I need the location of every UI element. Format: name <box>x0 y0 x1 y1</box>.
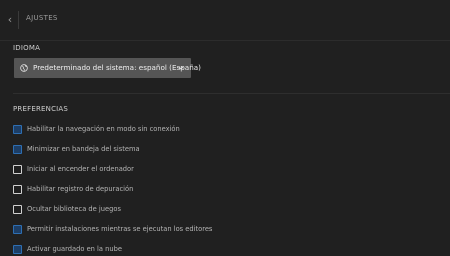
chevron-down-icon <box>178 66 184 70</box>
option-minimize-tray[interactable]: Minimizar en bandeja del sistema <box>13 144 433 156</box>
checkbox[interactable] <box>13 225 22 234</box>
checkbox[interactable] <box>13 145 22 154</box>
language-select[interactable]: Predeterminado del sistema: español (Esp… <box>14 58 201 78</box>
option-offline-navigation[interactable]: Habilitar la navegación en modo sin cone… <box>13 124 433 136</box>
language-section-title: IDIOMA <box>13 44 41 52</box>
globe-icon <box>20 64 28 72</box>
option-label: Minimizar en bandeja del sistema <box>27 145 140 153</box>
option-label: Iniciar al encender el ordenador <box>27 165 134 173</box>
option-allow-installs[interactable]: Permitir instalaciones mientras se ejecu… <box>13 224 433 236</box>
checkbox[interactable] <box>13 185 22 194</box>
option-label: Habilitar la navegación en modo sin cone… <box>27 125 180 133</box>
option-cloud-save[interactable]: Activar guardado en la nube <box>13 244 433 256</box>
option-label: Habilitar registro de depuración <box>27 185 134 193</box>
option-hide-library[interactable]: Ocultar biblioteca de juegos <box>13 204 433 216</box>
section-divider <box>13 93 450 94</box>
checkbox[interactable] <box>13 205 22 214</box>
chevron-left-icon[interactable]: ‹ <box>4 12 16 28</box>
option-label: Permitir instalaciones mientras se ejecu… <box>27 225 213 233</box>
top-bar: ‹ AJUSTES <box>0 0 450 41</box>
breadcrumb: AJUSTES <box>26 14 58 22</box>
checkbox[interactable] <box>13 165 22 174</box>
checkbox[interactable] <box>13 125 22 134</box>
option-label: Ocultar biblioteca de juegos <box>27 205 121 213</box>
option-start-on-boot[interactable]: Iniciar al encender el ordenador <box>13 164 433 176</box>
option-debug-logging[interactable]: Habilitar registro de depuración <box>13 184 433 196</box>
divider <box>18 11 19 29</box>
preferences-section-title: PREFERENCIAS <box>13 105 69 113</box>
language-value: Predeterminado del sistema: español (Esp… <box>33 63 201 72</box>
